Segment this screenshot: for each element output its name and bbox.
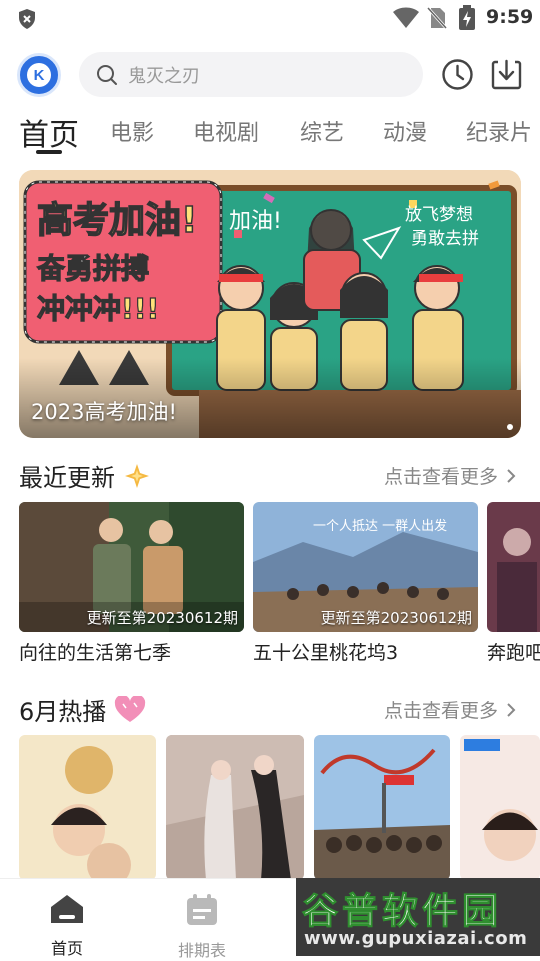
recent-thumb-overlay-text-2: 一个人抵达 一群人出发	[313, 518, 447, 534]
recent-more-label: 点击查看更多	[383, 466, 498, 488]
watermark-text: 谷普软件园	[301, 891, 503, 933]
tab-tv-series[interactable]: 电视剧	[193, 115, 259, 147]
battery-charging-icon	[459, 5, 475, 30]
tab-movies[interactable]: 电影	[110, 115, 154, 147]
history-clock-icon[interactable]	[441, 58, 474, 91]
hot-section-title: 6月热播	[19, 692, 146, 727]
recent-badge-2: 更新至第20230612期	[320, 609, 472, 627]
search-icon	[97, 64, 117, 85]
nav-schedule-label: 排期表	[177, 941, 226, 960]
recent-thumb-3	[487, 502, 540, 632]
watermark-url: www.gupuxiazai.com	[304, 928, 528, 949]
calendar-icon	[187, 894, 217, 925]
recent-title-3: 奔跑吧	[487, 642, 540, 664]
heart-icon	[114, 694, 146, 722]
recent-title-text: 最近更新	[19, 464, 115, 492]
banner-art-text-5: 放飞梦想	[405, 205, 473, 225]
home-icon	[51, 895, 83, 923]
recent-title-1: 向往的生活第七季	[19, 642, 172, 664]
recent-card-3[interactable]: 奔跑吧	[487, 502, 540, 665]
active-tab-indicator	[36, 150, 62, 154]
hot-poster-4[interactable]	[460, 735, 540, 880]
hot-poster-image-1	[19, 735, 156, 880]
nav-home-label: 首页	[50, 939, 83, 958]
recent-title-2: 五十公里桃花坞3	[253, 642, 399, 664]
tab-anime[interactable]: 动漫	[383, 115, 427, 147]
app-logo-icon: K	[27, 63, 51, 87]
recent-card-2[interactable]: 一个人抵达 一群人出发 更新至第20230612期 五十公里桃花坞3	[253, 502, 478, 665]
download-icon[interactable]	[490, 58, 523, 91]
banner-art-text-4: 加油!	[229, 209, 282, 234]
hot-poster-image-2	[166, 735, 304, 880]
recent-section-title: 最近更新	[19, 458, 151, 493]
recent-thumb-1: 更新至第20230612期	[19, 502, 244, 632]
search-input[interactable]: 鬼灭之刃	[79, 52, 423, 97]
hot-poster-image-3	[314, 735, 450, 880]
recent-card-1[interactable]: 更新至第20230612期 向往的生活第七季	[19, 502, 244, 665]
sparkle-icon	[124, 464, 149, 488]
banner-art-text-6: 勇敢去拼	[411, 229, 479, 249]
status-time: 9:59	[486, 6, 534, 28]
search-placeholder: 鬼灭之刃	[128, 65, 200, 87]
hot-more-link[interactable]: 点击查看更多	[384, 696, 516, 723]
chevron-right-icon	[507, 702, 516, 717]
tab-documentary[interactable]: 纪录片	[466, 115, 532, 147]
wifi-icon	[393, 7, 419, 28]
banner-art-text-2: 奋勇拼搏	[37, 252, 149, 285]
banner-art-text-3: 冲冲冲!!!	[37, 292, 159, 325]
avatar[interactable]: K	[17, 53, 61, 97]
recent-badge-1: 更新至第20230612期	[86, 609, 238, 627]
nav-home[interactable]: 首页	[27, 893, 107, 959]
chevron-right-icon	[507, 468, 516, 483]
recent-more-link[interactable]: 点击查看更多	[384, 462, 516, 489]
site-watermark: 谷普软件园 www.gupuxiazai.com	[296, 878, 540, 956]
tab-variety[interactable]: 综艺	[300, 115, 344, 147]
banner-art-text-1: 高考加油!	[37, 200, 197, 241]
nav-schedule[interactable]: 排期表	[162, 893, 242, 961]
recent-thumb-image-3	[487, 502, 540, 632]
hot-title-text: 6月热播	[19, 698, 107, 726]
shield-icon	[19, 9, 35, 29]
hot-poster-3[interactable]	[314, 735, 450, 880]
status-bar: 9:59	[0, 0, 540, 36]
tab-home[interactable]: 首页	[19, 110, 79, 154]
hero-banner[interactable]: 高考加油! 奋勇拼搏 冲冲冲!!! 加油! 放飞梦想 勇敢去拼 2023高考加油…	[19, 170, 521, 438]
recent-thumb-2: 一个人抵达 一群人出发 更新至第20230612期	[253, 502, 478, 632]
banner-caption: 2023高考加油!	[31, 400, 177, 424]
hot-more-label: 点击查看更多	[383, 700, 498, 722]
hot-poster-1[interactable]	[19, 735, 156, 880]
hot-poster-image-4	[460, 735, 540, 880]
no-sim-icon	[426, 6, 448, 30]
category-tabs: 首页 电影 电视剧 综艺 动漫 纪录片	[0, 108, 540, 158]
hot-poster-2[interactable]	[166, 735, 304, 880]
banner-pager-dot	[507, 424, 513, 430]
